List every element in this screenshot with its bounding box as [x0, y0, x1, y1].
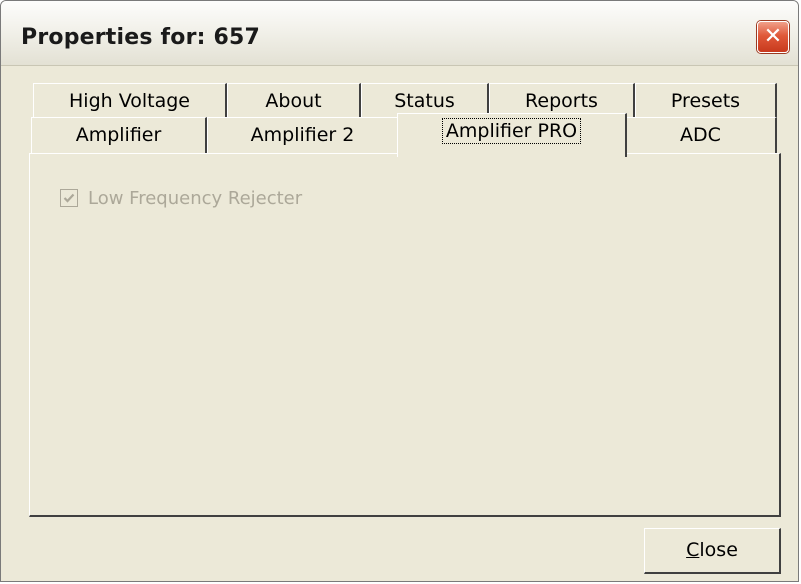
properties-dialog: Properties for: 657 ✕ High Voltage About…: [0, 0, 799, 582]
tab-presets[interactable]: Presets: [635, 83, 777, 119]
close-button-label: lose: [699, 539, 738, 561]
window-title: Properties for: 657: [21, 25, 261, 50]
tab-about[interactable]: About: [227, 83, 361, 119]
tab-strip: High Voltage About Status Reports Preset…: [29, 83, 781, 157]
checkmark-icon: [63, 193, 75, 203]
close-button-mnemonic: C: [686, 539, 700, 561]
tab-amplifier[interactable]: Amplifier: [31, 117, 207, 153]
close-window-button[interactable]: ✕: [757, 21, 789, 53]
close-button[interactable]: Close: [644, 528, 781, 574]
tab-adc[interactable]: ADC: [625, 117, 777, 153]
low-frequency-rejecter-checkbox[interactable]: [60, 189, 78, 207]
tab-panel-amplifier-pro: Low Frequency Rejecter: [29, 153, 781, 517]
tab-amplifier-2[interactable]: Amplifier 2: [207, 117, 399, 153]
close-icon: ✕: [763, 24, 783, 49]
tab-amplifier-pro[interactable]: Amplifier PRO: [397, 113, 627, 157]
title-bar[interactable]: Properties for: 657 ✕: [1, 1, 798, 66]
low-frequency-rejecter-option[interactable]: Low Frequency Rejecter: [60, 186, 302, 210]
tab-high-voltage[interactable]: High Voltage: [33, 83, 227, 119]
low-frequency-rejecter-label: Low Frequency Rejecter: [88, 187, 303, 209]
